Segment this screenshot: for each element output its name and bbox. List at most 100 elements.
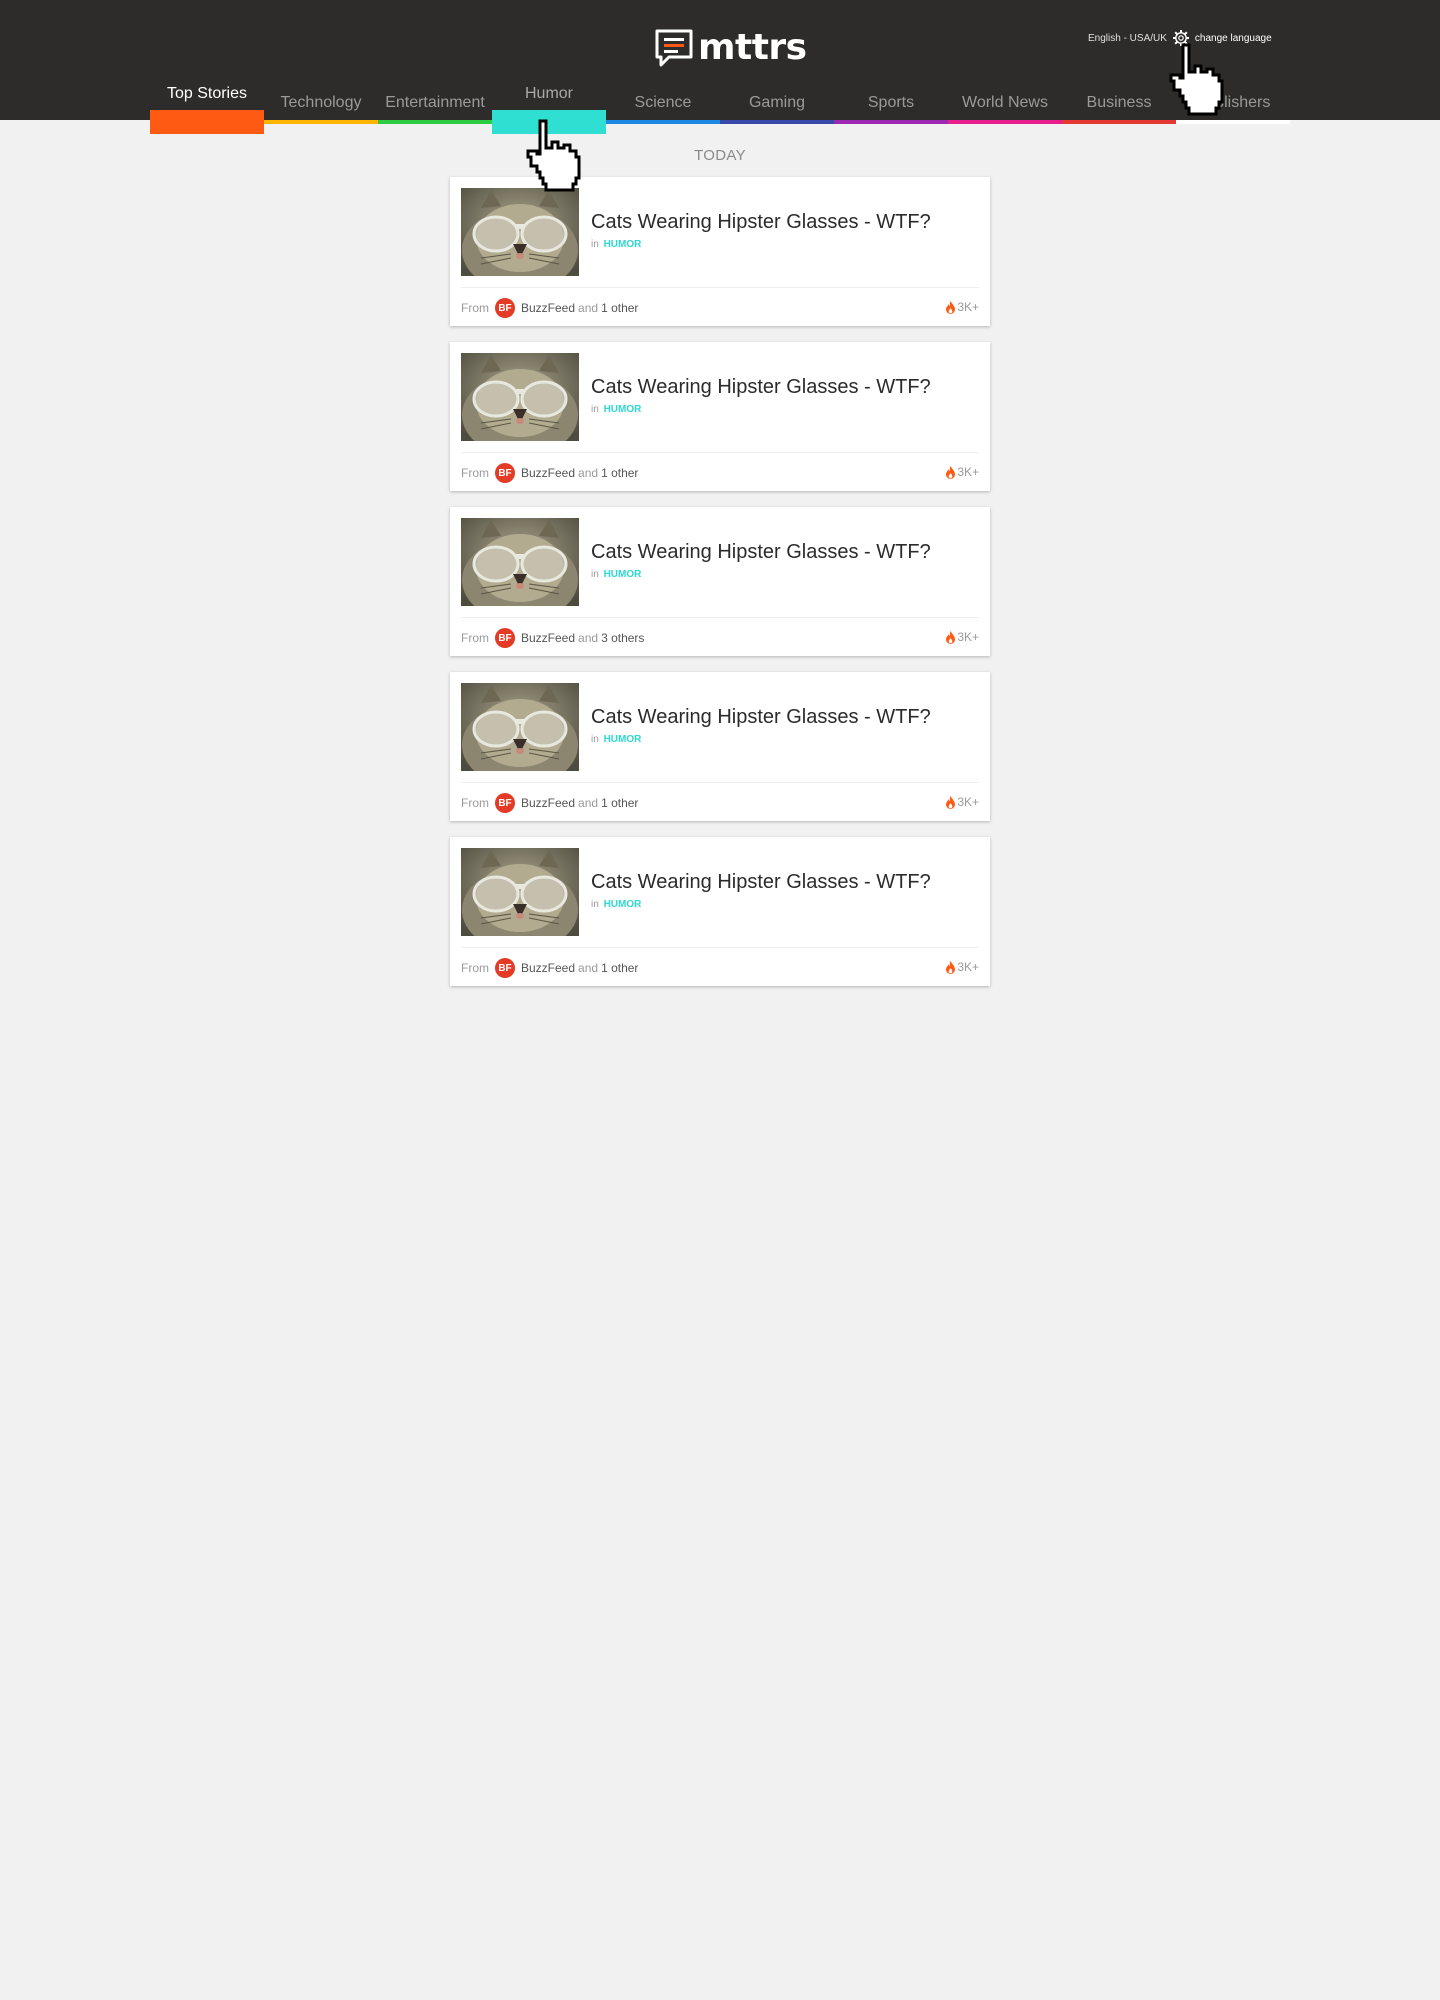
in-label: in [591, 569, 599, 580]
nav-item-world-news[interactable]: World News [948, 80, 1062, 124]
flame-icon [946, 960, 956, 974]
current-language: English - USA/UK [1088, 32, 1167, 44]
nav-color-bar [1176, 120, 1290, 124]
nav-color-bar [264, 120, 378, 124]
story-category[interactable]: HUMOR [604, 239, 642, 250]
story-thumbnail[interactable] [461, 188, 579, 276]
in-label: in [591, 899, 599, 910]
story-category-line: in HUMOR [591, 734, 641, 745]
nav-color-bar [378, 120, 492, 124]
publisher-name[interactable]: BuzzFeed [521, 631, 575, 645]
publisher-badge-icon[interactable]: BF [495, 298, 515, 318]
in-label: in [591, 404, 599, 415]
in-label: in [591, 239, 599, 250]
nav-label: Entertainment [385, 94, 485, 111]
story-category-line: in HUMOR [591, 569, 641, 580]
in-label: in [591, 734, 599, 745]
publisher-badge-icon[interactable]: BF [495, 793, 515, 813]
story-card[interactable]: Cats Wearing Hipster Glasses - WTF? in H… [450, 507, 990, 656]
nav-label: Gaming [748, 94, 806, 111]
from-label: From [461, 301, 489, 315]
publisher-name[interactable]: BuzzFeed [521, 961, 575, 975]
story-thumbnail[interactable] [461, 683, 579, 771]
divider [461, 947, 979, 948]
publisher-name[interactable]: BuzzFeed [521, 301, 575, 315]
story-title[interactable]: Cats Wearing Hipster Glasses - WTF? [591, 541, 931, 564]
story-category[interactable]: HUMOR [604, 404, 642, 415]
nav-label: Science [634, 94, 692, 111]
story-thumbnail[interactable] [461, 518, 579, 606]
publisher-name[interactable]: BuzzFeed [521, 796, 575, 810]
popularity-count: 3K+ [957, 630, 979, 644]
nav-color-bar [720, 120, 834, 124]
popularity: 3K+ [946, 630, 979, 644]
nav-item-gaming[interactable]: Gaming [720, 80, 834, 124]
story-category-line: in HUMOR [591, 239, 641, 250]
nav-label: Top Stories [166, 85, 248, 102]
story-card[interactable]: Cats Wearing Hipster Glasses - WTF? in H… [450, 342, 990, 491]
story-title[interactable]: Cats Wearing Hipster Glasses - WTF? [591, 706, 931, 729]
story-thumbnail[interactable] [461, 353, 579, 441]
story-feed: Cats Wearing Hipster Glasses - WTF? in H… [450, 177, 990, 1002]
story-category-line: in HUMOR [591, 404, 641, 415]
hand-cursor-icon [526, 119, 581, 192]
story-category[interactable]: HUMOR [604, 569, 642, 580]
story-sources: From BF BuzzFeed and 1 other [461, 958, 638, 978]
publisher-badge-icon[interactable]: BF [495, 958, 515, 978]
nav-label: Technology [280, 94, 362, 111]
popularity-count: 3K+ [957, 960, 979, 974]
from-label: From [461, 631, 489, 645]
publisher-badge-icon[interactable]: BF [495, 463, 515, 483]
other-sources-link[interactable]: 1 other [601, 301, 638, 315]
nav-item-top-stories[interactable]: Top Stories [150, 80, 264, 134]
story-category[interactable]: HUMOR [604, 899, 642, 910]
story-title[interactable]: Cats Wearing Hipster Glasses - WTF? [591, 376, 931, 399]
cat-glasses-image [461, 848, 579, 936]
popularity: 3K+ [946, 465, 979, 479]
flame-icon [946, 465, 956, 479]
other-sources-link[interactable]: 1 other [601, 796, 638, 810]
divider [461, 452, 979, 453]
nav-item-business[interactable]: Business [1062, 80, 1176, 124]
divider [461, 287, 979, 288]
publisher-name[interactable]: BuzzFeed [521, 466, 575, 480]
divider [461, 782, 979, 783]
and-label: and [578, 631, 599, 645]
popularity-count: 3K+ [957, 795, 979, 809]
other-sources-link[interactable]: 1 other [601, 466, 638, 480]
story-card[interactable]: Cats Wearing Hipster Glasses - WTF? in H… [450, 837, 990, 986]
logo[interactable]: mttrs [654, 28, 807, 68]
story-sources: From BF BuzzFeed and 1 other [461, 298, 638, 318]
flame-icon [946, 300, 956, 314]
popularity: 3K+ [946, 795, 979, 809]
nav-item-science[interactable]: Science [606, 80, 720, 124]
other-sources-link[interactable]: 3 others [601, 631, 644, 645]
story-card[interactable]: Cats Wearing Hipster Glasses - WTF? in H… [450, 672, 990, 821]
story-category-line: in HUMOR [591, 899, 641, 910]
other-sources-link[interactable]: 1 other [601, 961, 638, 975]
cat-glasses-image [461, 518, 579, 606]
nav-item-technology[interactable]: Technology [264, 80, 378, 124]
story-card[interactable]: Cats Wearing Hipster Glasses - WTF? in H… [450, 177, 990, 326]
story-category[interactable]: HUMOR [604, 734, 642, 745]
flame-icon [946, 795, 956, 809]
nav-item-entertainment[interactable]: Entertainment [378, 80, 492, 124]
story-sources: From BF BuzzFeed and 1 other [461, 793, 638, 813]
category-nav: Top Stories Technology Entertainment Hum… [150, 80, 1290, 134]
story-thumbnail[interactable] [461, 848, 579, 936]
nav-label: World News [962, 94, 1048, 111]
nav-item-sports[interactable]: Sports [834, 80, 948, 124]
and-label: and [578, 466, 599, 480]
cat-glasses-image [461, 683, 579, 771]
from-label: From [461, 466, 489, 480]
brand-name: mttrs [698, 27, 807, 68]
nav-label: Humor [524, 85, 573, 102]
flame-icon [946, 630, 956, 644]
story-title[interactable]: Cats Wearing Hipster Glasses - WTF? [591, 871, 931, 894]
popularity-count: 3K+ [957, 300, 979, 314]
publisher-badge-icon[interactable]: BF [495, 628, 515, 648]
and-label: and [578, 961, 599, 975]
nav-color-bar [948, 120, 1062, 124]
nav-color-bar [150, 110, 264, 134]
story-title[interactable]: Cats Wearing Hipster Glasses - WTF? [591, 211, 931, 234]
